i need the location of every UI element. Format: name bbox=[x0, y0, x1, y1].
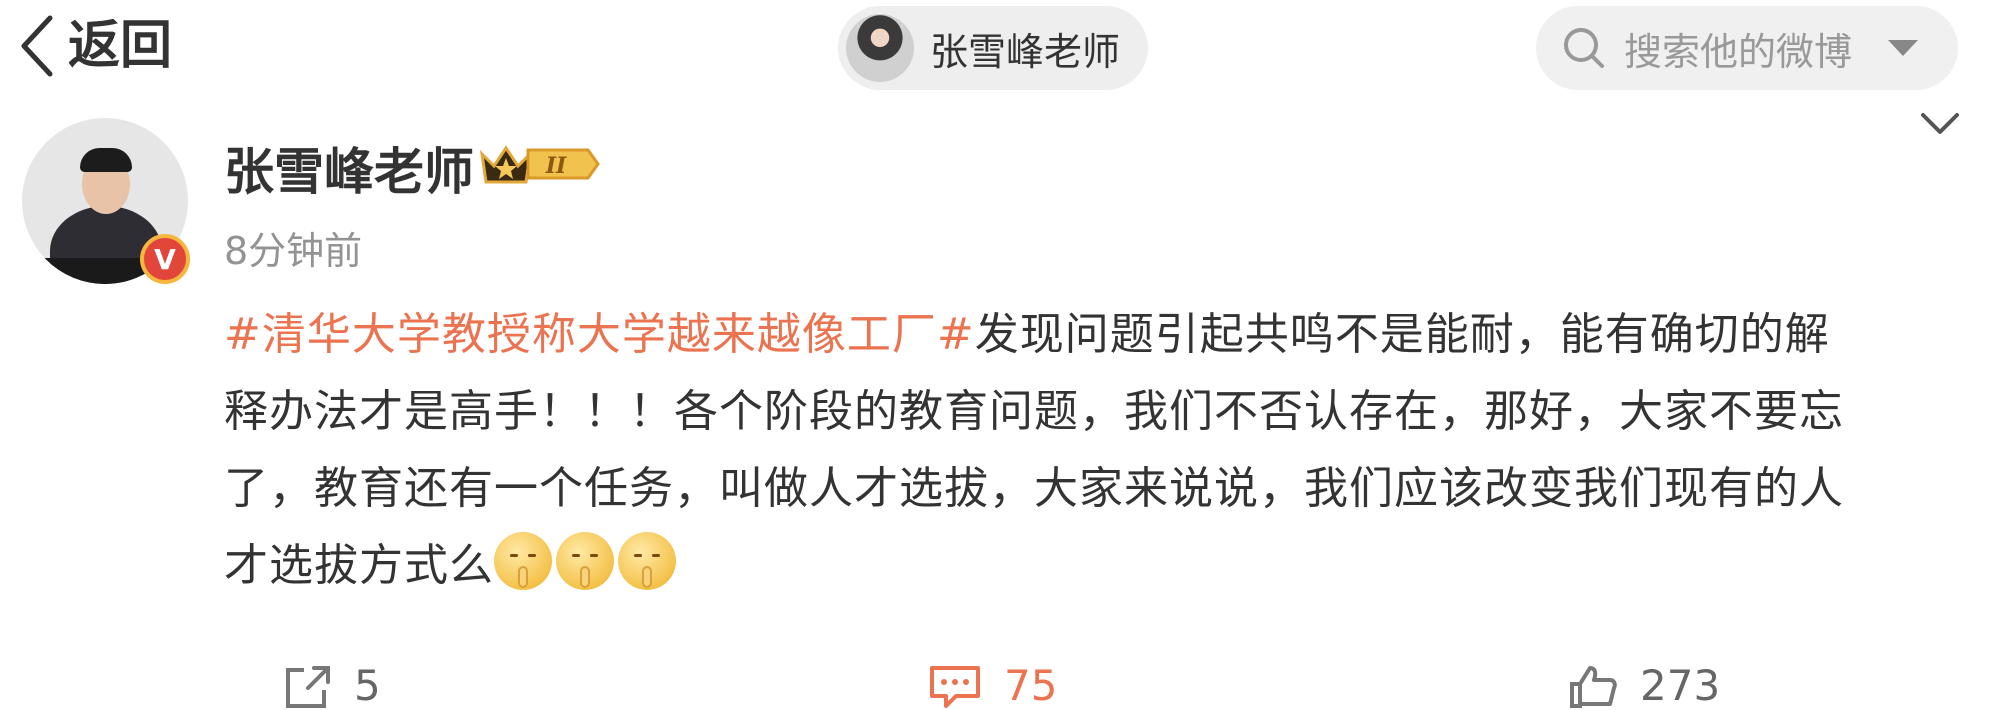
post-text-line: 了，教育还有一个任务，叫做人才选拔，大家来说说，我们应该改变我们现有的人 bbox=[224, 463, 1844, 514]
back-button[interactable]: 返回 bbox=[18, 14, 172, 78]
account-pill[interactable]: 张雪峰老师 bbox=[838, 6, 1148, 90]
post-text-line: 发现问题引起共鸣不是能耐，能有确切的解 bbox=[974, 309, 1830, 360]
comment-icon bbox=[930, 666, 980, 708]
chevron-down-icon[interactable] bbox=[1920, 112, 1960, 136]
shush-emoji-icon bbox=[618, 532, 676, 590]
post-text-line: 才选拔方式么 bbox=[224, 540, 494, 591]
search-box[interactable]: 搜索他的微博 bbox=[1536, 6, 1958, 90]
topic-link[interactable]: #清华大学教授称大学越来越像工厂# bbox=[224, 309, 975, 360]
shush-emoji-icon bbox=[556, 532, 614, 590]
repost-icon bbox=[286, 666, 330, 708]
repost-button[interactable]: 5 bbox=[282, 664, 381, 708]
account-name: 张雪峰老师 bbox=[930, 29, 1121, 74]
caret-down-icon[interactable] bbox=[1888, 40, 1918, 56]
like-count: 273 bbox=[1640, 661, 1721, 710]
comment-count: 75 bbox=[1004, 661, 1058, 710]
crown-rank-icon: II bbox=[479, 145, 600, 184]
author-avatar[interactable]: V bbox=[22, 118, 192, 288]
like-button[interactable]: 273 bbox=[1568, 664, 1720, 708]
search-icon bbox=[1564, 28, 1604, 68]
repost-count: 5 bbox=[354, 661, 381, 710]
comment-button[interactable]: 75 bbox=[928, 664, 1057, 708]
shush-emoji-icon bbox=[494, 532, 552, 590]
verified-badge: V bbox=[140, 234, 190, 284]
avatar bbox=[846, 14, 914, 82]
post-time: 8分钟前 bbox=[224, 229, 363, 273]
post-text-line: 释办法才是高手！！！各个阶段的教育问题，我们不否认存在，那好，大家不要忘 bbox=[224, 386, 1844, 437]
chevron-left-icon bbox=[21, 15, 53, 77]
post-content: #清华大学教授称大学越来越像工厂#发现问题引起共鸣不是能耐，能有确切的解 释办法… bbox=[224, 296, 1964, 604]
back-label: 返回 bbox=[68, 16, 173, 76]
thumbs-up-icon bbox=[1570, 666, 1617, 708]
author-name[interactable]: 张雪峰老师 bbox=[224, 132, 474, 204]
rank-label: II bbox=[545, 153, 567, 179]
search-input[interactable]: 搜索他的微博 bbox=[1624, 21, 1852, 76]
